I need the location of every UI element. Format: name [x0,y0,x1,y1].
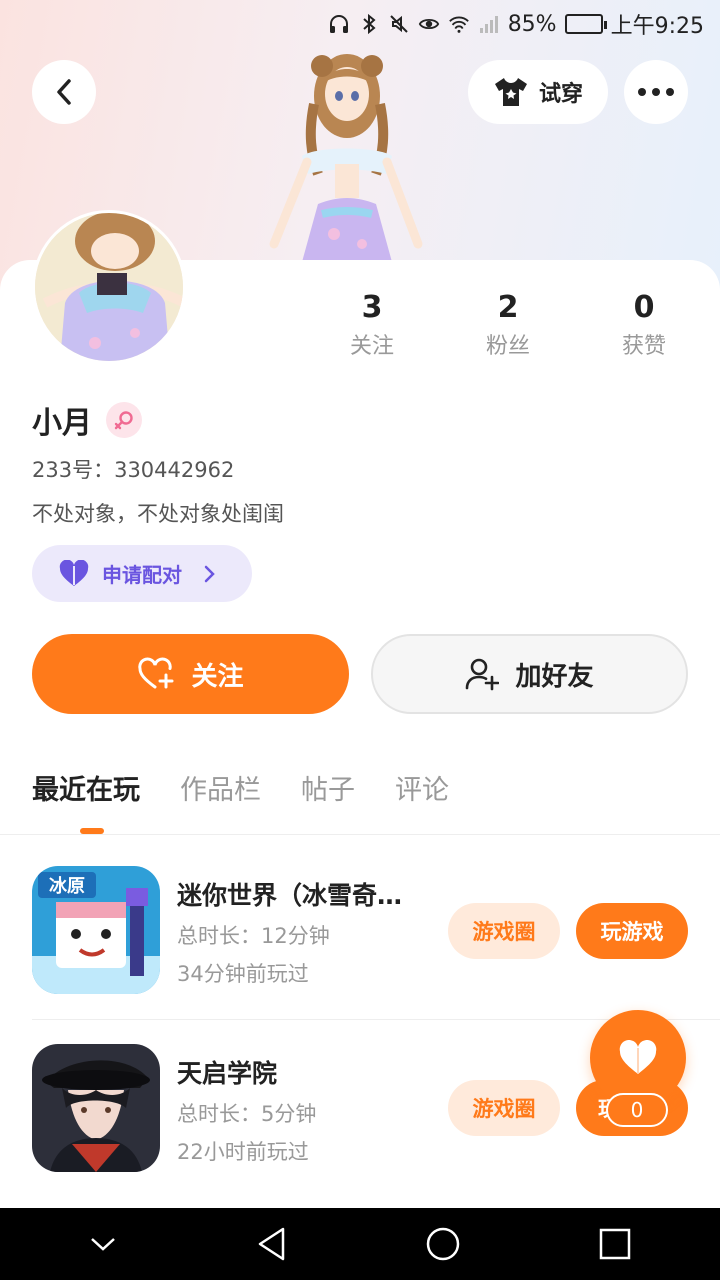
tab-comments[interactable]: 评论 [395,768,449,807]
add-friend-label: 加好友 [515,661,594,692]
game-icon-mini-world[interactable]: 冰原 [32,866,160,994]
nav-home-icon[interactable] [425,1226,461,1262]
bluetooth-icon [358,13,380,35]
mute-icon [388,13,410,35]
game-title: 天启学院 [177,1059,278,1088]
followers-stat[interactable]: 2 粉丝 [440,288,576,366]
game-circle-button[interactable]: 游戏圈 [448,1080,560,1136]
add-friend-button[interactable]: 加好友 [371,634,688,714]
tab-recently-played[interactable]: 最近在玩 [32,768,140,807]
game-last-played: 22小时前玩过 [177,1140,309,1164]
name-row: 小月 [32,398,142,442]
game-icon-tianqi-academy[interactable] [32,1044,160,1172]
add-user-icon [466,658,500,691]
profile-tabs: 最近在玩 作品栏 帖子 评论 [32,768,449,807]
try-on-button[interactable]: 试穿 [468,60,608,124]
request-pair-button[interactable]: 申请配对 [32,545,252,602]
following-label: 关注 [349,334,394,359]
following-stat[interactable]: 3 关注 [304,288,440,366]
username: 小月 [32,406,92,441]
female-gender-icon [106,402,142,438]
heart-icon [619,1040,657,1074]
wifi-icon [448,13,470,35]
tshirt-icon [494,78,527,106]
tab-works[interactable]: 作品栏 [180,768,261,807]
more-button[interactable] [624,60,688,124]
nav-back-icon[interactable] [255,1226,289,1262]
game-last-played: 34分钟前玩过 [177,962,309,986]
follow-label: 关注 [191,661,244,692]
nav-recents-icon[interactable] [598,1227,632,1261]
chevron-left-icon [57,79,71,105]
play-game-button[interactable]: 玩游戏 [576,903,688,959]
like-count: 0 [606,1093,668,1127]
game-duration: 总时长：12分钟 [177,924,330,948]
game-icon-text: 冰原 [49,875,85,897]
headphones-icon [328,13,350,35]
game-title: 迷你世界（冰雪奇… [177,881,403,910]
chevron-down-icon[interactable] [88,1234,118,1254]
avatar[interactable] [32,210,186,364]
following-count: 3 [361,290,383,325]
follow-button[interactable]: 关注 [32,634,349,714]
clock: 上午9:25 [610,14,704,39]
tabs-divider [0,834,720,835]
status-bar: 85% 上午9:25 [0,0,720,48]
chevron-right-icon [204,565,215,582]
likes-stat[interactable]: 0 获赞 [576,288,712,366]
likes-count: 0 [633,290,655,325]
tab-posts[interactable]: 帖子 [301,768,355,807]
likes-label: 获赞 [621,334,666,359]
signal-icon [478,13,500,35]
followers-count: 2 [497,290,519,325]
try-on-label: 试穿 [538,82,583,107]
game-circle-button[interactable]: 游戏圈 [448,903,560,959]
followers-label: 粉丝 [485,334,530,359]
user-id: 233号：330442962 [32,458,235,482]
user-bio: 不处对象，不处对象处闺闺 [32,502,284,526]
game-duration: 总时长：5分钟 [177,1102,317,1126]
profile-stats: 3 关注 2 粉丝 0 获赞 [304,288,712,366]
battery-percent: 85% [507,11,557,37]
heart-plus-icon [138,657,174,689]
game-row[interactable]: 冰原 迷你世界（冰雪奇… 总时长：12分钟 34分钟前玩过 游戏圈 玩游戏 [32,866,688,996]
avatar-figure-image [262,44,432,262]
back-button[interactable] [32,60,96,124]
request-pair-label: 申请配对 [102,563,182,587]
like-fab-button[interactable] [590,1010,686,1106]
battery-icon [564,14,607,34]
system-nav-bar [0,1208,720,1280]
eye-icon [418,13,440,35]
heart-pair-icon [59,559,89,586]
more-dots-icon [638,88,674,96]
